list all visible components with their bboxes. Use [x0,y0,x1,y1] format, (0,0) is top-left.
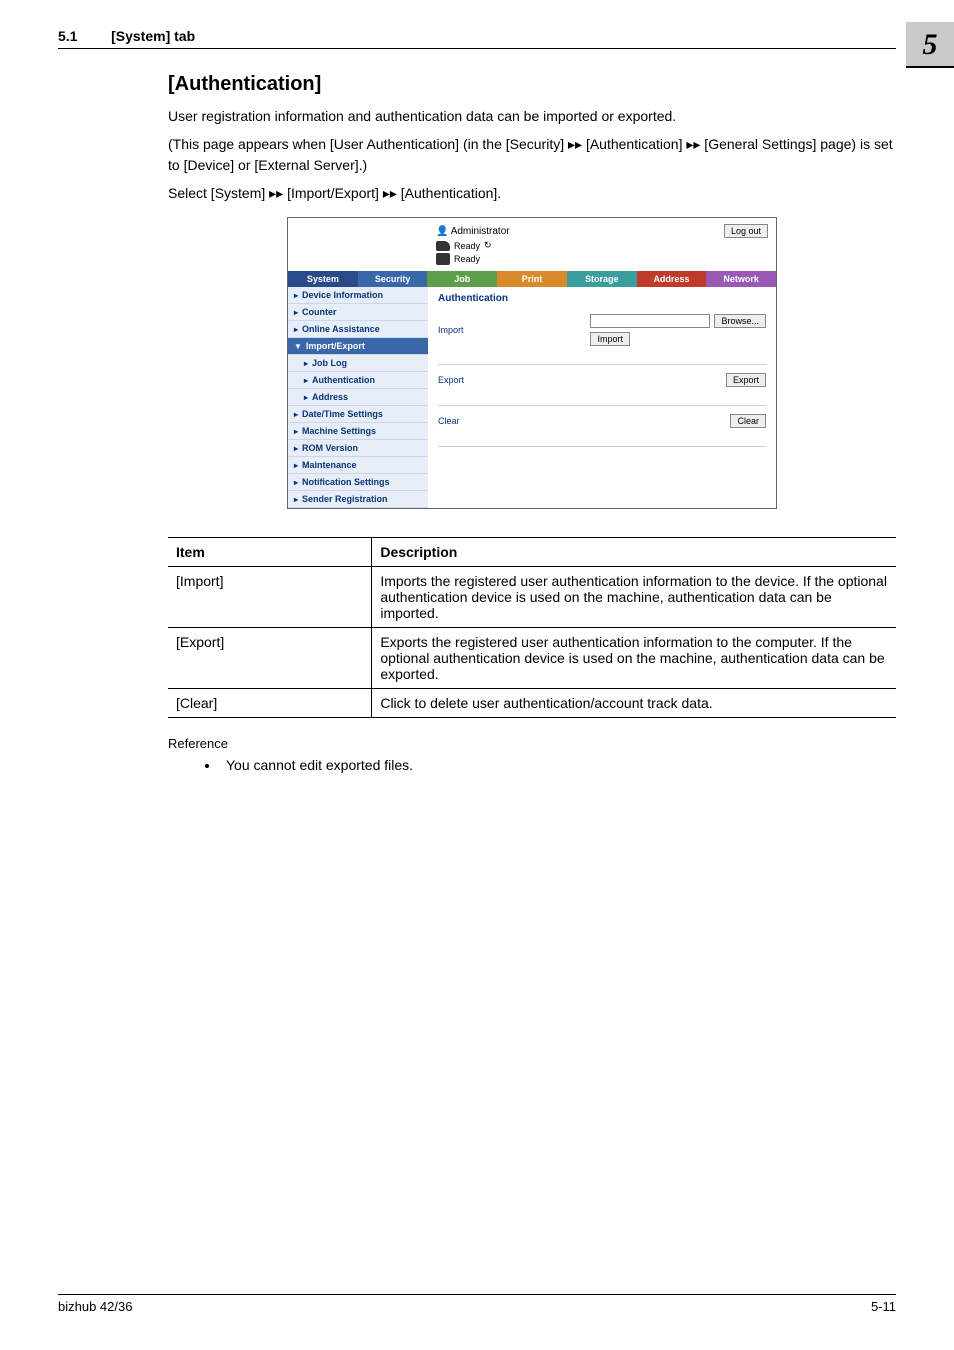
reference-bullet: You cannot edit exported files. [220,757,896,773]
tab-job[interactable]: Job [427,271,497,287]
chevron-right-icon: ▸ [294,291,298,300]
arrow-icon: ▸▸ [686,136,700,152]
nav-online-assistance[interactable]: ▸Online Assistance [288,321,428,338]
main-tab-row: System Security Job Print Storage Addres… [288,271,776,287]
chevron-right-icon: ▸ [294,308,298,317]
chapter-number-badge: 5 [906,22,954,68]
refresh-button[interactable]: ↻ [484,240,492,251]
export-row: Export Export [438,373,766,387]
intro-paragraph-1: User registration information and authen… [168,106,896,126]
panel-heading: Authentication [438,293,766,304]
side-navigation: ▸Device Information ▸Counter ▸Online Ass… [288,287,428,508]
nav-rom-version[interactable]: ▸ROM Version [288,440,428,457]
table-row: [Export] Exports the registered user aut… [168,628,896,689]
chevron-right-icon: ▸ [294,427,298,436]
tab-network[interactable]: Network [706,271,776,287]
chevron-right-icon: ▸ [304,376,308,385]
chevron-right-icon: ▸ [294,410,298,419]
table-cell-desc: Exports the registered user authenticati… [372,628,896,689]
page-footer: bizhub 42/36 5-11 [58,1294,896,1314]
chevron-right-icon: ▸ [294,444,298,453]
chevron-down-icon: ▼ [294,342,302,351]
clear-button[interactable]: Clear [730,414,766,428]
tab-storage[interactable]: Storage [567,271,637,287]
nav-counter[interactable]: ▸Counter [288,304,428,321]
table-header-description: Description [372,538,896,567]
import-row: Import Browse... Import [438,314,766,346]
table-row: [Clear] Click to delete user authenticat… [168,689,896,718]
printer-status-icon [436,253,450,265]
reference-label: Reference [168,736,896,751]
admin-label: 👤 Administrator [436,226,510,237]
chevron-right-icon: ▸ [294,461,298,470]
nav-machine-settings[interactable]: ▸Machine Settings [288,423,428,440]
running-header: 5.1 [System] tab [58,28,896,49]
arrow-icon: ▸▸ [568,136,582,152]
section-title: [System] tab [111,28,195,44]
clear-row: Clear Clear [438,414,766,428]
scanner-status-icon [436,241,450,251]
intro-paragraph-2: (This page appears when [User Authentica… [168,134,896,175]
nav-date-time[interactable]: ▸Date/Time Settings [288,406,428,423]
table-cell-item: [Import] [168,567,372,628]
arrow-icon: ▸▸ [269,185,283,201]
tab-print[interactable]: Print [497,271,567,287]
description-table: Item Description [Import] Imports the re… [168,537,896,718]
chevron-right-icon: ▸ [294,495,298,504]
tab-address[interactable]: Address [637,271,707,287]
footer-model: bizhub 42/36 [58,1299,132,1314]
chevron-right-icon: ▸ [304,393,308,402]
logout-button[interactable]: Log out [724,224,768,238]
page-title: [Authentication] [168,73,896,96]
nav-notification-settings[interactable]: ▸Notification Settings [288,474,428,491]
printer-status-text: Ready [454,254,480,264]
footer-page-number: 5-11 [871,1299,896,1314]
import-button[interactable]: Import [590,332,630,346]
table-cell-desc: Click to delete user authentication/acco… [372,689,896,718]
chevron-right-icon: ▸ [304,359,308,368]
import-file-field[interactable] [590,314,710,328]
chevron-right-icon: ▸ [294,478,298,487]
tab-system[interactable]: System [288,271,358,287]
nav-job-log[interactable]: ▸Job Log [288,355,428,372]
export-button[interactable]: Export [726,373,766,387]
nav-authentication[interactable]: ▸Authentication [288,372,428,389]
table-cell-item: [Export] [168,628,372,689]
intro-paragraph-3: Select [System] ▸▸ [Import/Export] ▸▸ [A… [168,183,896,203]
nav-device-information[interactable]: ▸Device Information [288,287,428,304]
table-cell-desc: Imports the registered user authenticati… [372,567,896,628]
reference-section: Reference You cannot edit exported files… [168,736,896,773]
nav-address[interactable]: ▸Address [288,389,428,406]
import-label: Import [438,325,518,335]
nav-import-export[interactable]: ▼Import/Export [288,338,428,355]
table-header-item: Item [168,538,372,567]
export-label: Export [438,375,518,385]
section-number: 5.1 [58,28,77,44]
arrow-icon: ▸▸ [383,185,397,201]
scanner-status-text: Ready [454,241,480,251]
embedded-admin-screenshot: 👤 Administrator Log out Ready ↻ Ready Sys… [287,217,777,509]
clear-label: Clear [438,416,518,426]
browse-button[interactable]: Browse... [714,314,766,328]
table-cell-item: [Clear] [168,689,372,718]
nav-maintenance[interactable]: ▸Maintenance [288,457,428,474]
tab-security[interactable]: Security [358,271,428,287]
chevron-right-icon: ▸ [294,325,298,334]
table-row: [Import] Imports the registered user aut… [168,567,896,628]
nav-sender-registration[interactable]: ▸Sender Registration [288,491,428,508]
